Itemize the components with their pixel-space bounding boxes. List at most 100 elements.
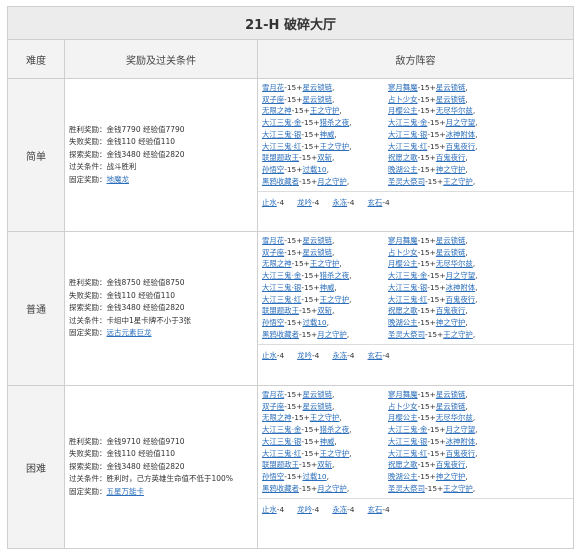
enemy-card-link[interactable]: 无限之神	[262, 259, 292, 268]
enemy-skill-link[interactable]: 百鬼夜行	[436, 306, 466, 315]
enemy-card-link[interactable]: 黑鸦收藏者	[262, 330, 299, 339]
enemy-skill-link[interactable]: 月之守护	[317, 484, 347, 493]
enemy-card-link[interactable]: 无限之神	[262, 413, 292, 422]
fixed-reward-link[interactable]: 五星万能卡	[107, 487, 145, 496]
enemy-skill-link[interactable]: 神威	[320, 283, 335, 292]
enemy-skill-link[interactable]: 猎杀之夜	[320, 425, 350, 434]
enemy-skill-link[interactable]: 王之守护	[310, 413, 340, 422]
enemy-card-link[interactable]: 大江三鬼·金	[262, 271, 301, 280]
enemy-card-link[interactable]: 大江三鬼·红	[262, 142, 301, 151]
enemy-card-link[interactable]: 占卜少女	[388, 248, 418, 257]
enemy-card-link[interactable]: 黑鸦收藏者	[262, 484, 299, 493]
enemy-card-link[interactable]: 大江三鬼·银	[262, 283, 301, 292]
rune-link[interactable]: 永冻	[332, 198, 347, 207]
enemy-card-link[interactable]: 雪月花	[262, 390, 284, 399]
enemy-card-link[interactable]: 寥月舞魔	[388, 390, 418, 399]
enemy-skill-link[interactable]: 神之守护	[436, 472, 466, 481]
enemy-card-link[interactable]: 晚湖公主	[388, 472, 418, 481]
enemy-skill-link[interactable]: 月之守护	[317, 330, 347, 339]
fixed-reward-link[interactable]: 地魔龙	[107, 175, 130, 184]
enemy-card-link[interactable]: 雪月花	[262, 83, 284, 92]
enemy-skill-link[interactable]: 星云锁链	[436, 402, 466, 411]
enemy-skill-link[interactable]: 星云锁链	[302, 248, 332, 257]
enemy-card-link[interactable]: 大江三鬼·金	[388, 271, 427, 280]
enemy-card-link[interactable]: 大江三鬼·金	[262, 425, 301, 434]
fixed-reward-link[interactable]: 远古元素巨龙	[107, 328, 152, 337]
enemy-card-link[interactable]: 大江三鬼·红	[388, 449, 427, 458]
rune-link[interactable]: 龙吟	[297, 505, 312, 514]
enemy-card-link[interactable]: 大江三鬼·红	[262, 295, 301, 304]
enemy-card-link[interactable]: 孙悟空	[262, 472, 284, 481]
rune-link[interactable]: 永冻	[332, 505, 347, 514]
enemy-skill-link[interactable]: 百鬼夜行	[446, 295, 476, 304]
enemy-skill-link[interactable]: 月之守望	[446, 425, 476, 434]
enemy-card-link[interactable]: 月樱公主	[388, 106, 418, 115]
rune-link[interactable]: 玄石	[368, 351, 383, 360]
enemy-skill-link[interactable]: 王之守护	[443, 177, 473, 186]
rune-link[interactable]: 止水	[262, 351, 277, 360]
enemy-card-link[interactable]: 占卜少女	[388, 95, 418, 104]
enemy-skill-link[interactable]: 过载10	[302, 165, 326, 174]
enemy-skill-link[interactable]: 冰神附体	[446, 130, 476, 139]
enemy-skill-link[interactable]: 神之守护	[436, 318, 466, 327]
rune-link[interactable]: 永冻	[332, 351, 347, 360]
enemy-skill-link[interactable]: 冰神附体	[446, 283, 476, 292]
enemy-skill-link[interactable]: 王之守护	[443, 484, 473, 493]
enemy-skill-link[interactable]: 冰神附体	[446, 437, 476, 446]
enemy-skill-link[interactable]: 星云锁链	[302, 390, 332, 399]
enemy-card-link[interactable]: 晚湖公主	[388, 165, 418, 174]
rune-link[interactable]: 止水	[262, 198, 277, 207]
enemy-card-link[interactable]: 圣灵大祭司	[388, 484, 425, 493]
rune-link[interactable]: 玄石	[368, 198, 383, 207]
enemy-skill-link[interactable]: 神威	[320, 437, 335, 446]
enemy-skill-link[interactable]: 星云锁链	[302, 95, 332, 104]
enemy-card-link[interactable]: 寥月舞魔	[388, 236, 418, 245]
enemy-skill-link[interactable]: 百鬼夜行	[436, 460, 466, 469]
enemy-card-link[interactable]: 大江三鬼·金	[388, 425, 427, 434]
rune-link[interactable]: 玄石	[368, 505, 383, 514]
enemy-card-link[interactable]: 晚湖公主	[388, 318, 418, 327]
enemy-card-link[interactable]: 祝愿之歌	[388, 153, 418, 162]
enemy-skill-link[interactable]: 无尽华尔兹	[436, 413, 473, 422]
rune-link[interactable]: 龙吟	[297, 351, 312, 360]
enemy-card-link[interactable]: 无限之神	[262, 106, 292, 115]
enemy-card-link[interactable]: 大江三鬼·金	[262, 118, 301, 127]
enemy-card-link[interactable]: 祝愿之歌	[388, 306, 418, 315]
enemy-card-link[interactable]: 月樱公主	[388, 413, 418, 422]
enemy-card-link[interactable]: 双子座	[262, 402, 284, 411]
enemy-skill-link[interactable]: 星云锁链	[436, 236, 466, 245]
enemy-skill-link[interactable]: 百鬼夜行	[446, 142, 476, 151]
enemy-skill-link[interactable]: 月之守护	[317, 177, 347, 186]
enemy-card-link[interactable]: 祝愿之歌	[388, 460, 418, 469]
enemy-card-link[interactable]: 联盟题政王	[262, 153, 299, 162]
enemy-skill-link[interactable]: 王之守护	[443, 330, 473, 339]
enemy-skill-link[interactable]: 王之守护	[320, 295, 350, 304]
enemy-skill-link[interactable]: 猎杀之夜	[320, 271, 350, 280]
enemy-card-link[interactable]: 大江三鬼·红	[388, 142, 427, 151]
enemy-skill-link[interactable]: 星云锁链	[436, 390, 466, 399]
enemy-card-link[interactable]: 占卜少女	[388, 402, 418, 411]
enemy-card-link[interactable]: 圣灵大祭司	[388, 177, 425, 186]
enemy-skill-link[interactable]: 双斩	[317, 306, 332, 315]
enemy-skill-link[interactable]: 神之守护	[436, 165, 466, 174]
enemy-card-link[interactable]: 大江三鬼·银	[262, 437, 301, 446]
enemy-card-link[interactable]: 大江三鬼·金	[388, 118, 427, 127]
enemy-card-link[interactable]: 黑鸦收藏者	[262, 177, 299, 186]
enemy-skill-link[interactable]: 星云锁链	[302, 236, 332, 245]
enemy-skill-link[interactable]: 星云锁链	[436, 95, 466, 104]
enemy-skill-link[interactable]: 双斩	[317, 153, 332, 162]
enemy-skill-link[interactable]: 王之守护	[320, 142, 350, 151]
enemy-card-link[interactable]: 寥月舞魔	[388, 83, 418, 92]
enemy-card-link[interactable]: 双子座	[262, 95, 284, 104]
enemy-skill-link[interactable]: 月之守望	[446, 118, 476, 127]
enemy-skill-link[interactable]: 星云锁链	[302, 83, 332, 92]
enemy-skill-link[interactable]: 星云锁链	[436, 248, 466, 257]
enemy-card-link[interactable]: 大江三鬼·银	[388, 437, 427, 446]
enemy-card-link[interactable]: 圣灵大祭司	[388, 330, 425, 339]
enemy-card-link[interactable]: 双子座	[262, 248, 284, 257]
enemy-card-link[interactable]: 联盟题政王	[262, 306, 299, 315]
enemy-card-link[interactable]: 雪月花	[262, 236, 284, 245]
enemy-skill-link[interactable]: 王之守护	[310, 106, 340, 115]
enemy-card-link[interactable]: 大江三鬼·银	[388, 283, 427, 292]
rune-link[interactable]: 龙吟	[297, 198, 312, 207]
